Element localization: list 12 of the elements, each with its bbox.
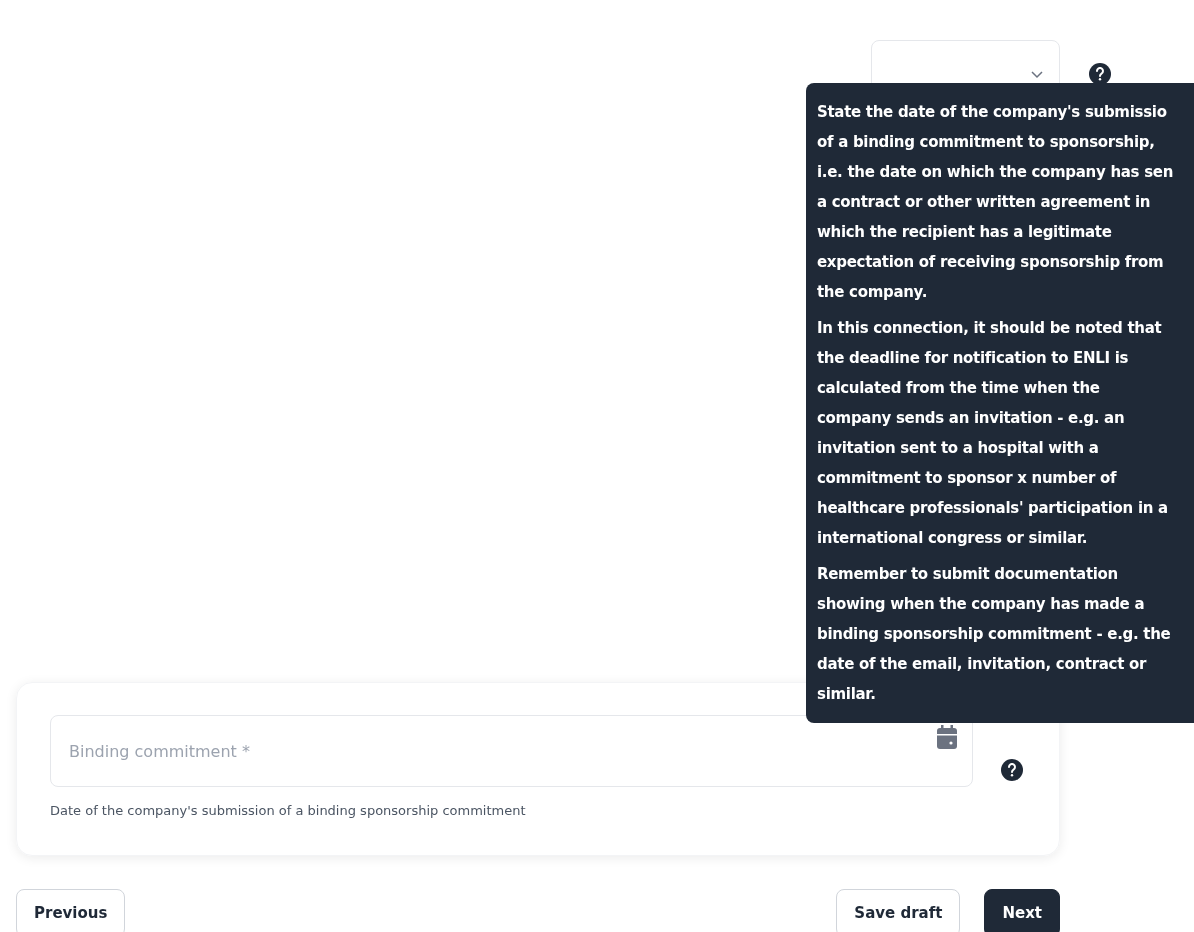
tooltip-paragraph: Remember to submit documentation showing when the company has made a binding sponsorship commitment - e.g. the date of the email, invitation, contract or similar. bbox=[817, 564, 1172, 705]
date-field[interactable]: Binding commitment * bbox=[50, 715, 973, 787]
help-icon[interactable] bbox=[1001, 759, 1023, 781]
calendar-icon[interactable] bbox=[935, 725, 959, 751]
next-button[interactable]: Next bbox=[984, 889, 1060, 932]
previous-button[interactable]: Previous bbox=[16, 889, 126, 932]
help-icon[interactable] bbox=[1089, 63, 1111, 85]
helper-text: Date of the company's submission of a binding sponsorship commitment bbox=[50, 803, 527, 818]
save-draft-button[interactable]: Save draft bbox=[836, 889, 961, 932]
chevron-down-icon bbox=[1031, 71, 1043, 79]
tooltip-paragraph: In this connection, it should be noted that the deadline for notification to ENLI is calculated from the time when the company sends an invitation - e.g. an invitation sent to a hospital with a commitment to sponsor x number of healthcare professionals' participation in a international congress or similar. bbox=[817, 318, 1169, 549]
tooltip-paragraph: State the date of the company's submissio of a binding commitment to sponsorship, i.e. the date on which the company has sen a contract or other written agreement in which the recipient has a legitimate expectation of receiving sponsorship from the company. bbox=[817, 102, 1175, 303]
